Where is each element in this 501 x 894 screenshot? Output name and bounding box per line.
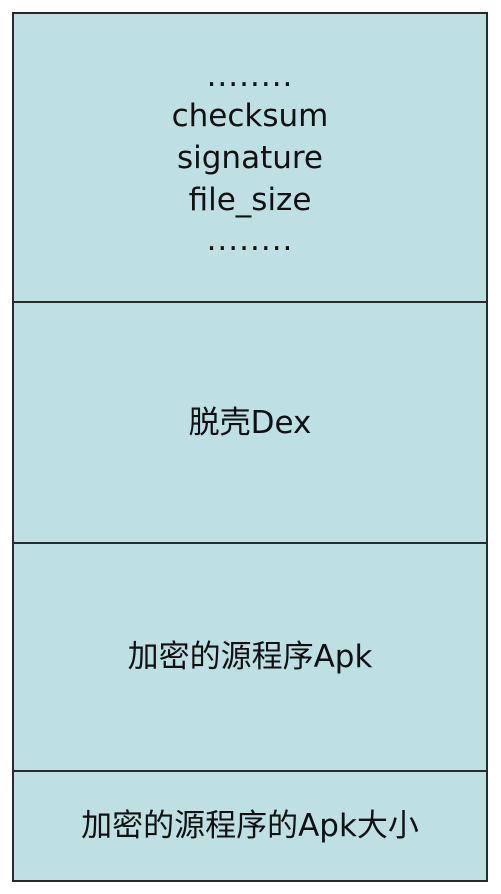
checksum-field: checksum bbox=[171, 97, 329, 134]
apk-size-section: 加密的源程序的Apk大小 bbox=[14, 772, 486, 880]
encrypted-apk-label: 加密的源程序Apk bbox=[127, 639, 373, 675]
shell-dex-section: 脱壳Dex bbox=[14, 303, 486, 544]
file-size-field: file_size bbox=[188, 181, 312, 218]
shell-dex-label: 脱壳Dex bbox=[188, 404, 312, 441]
encrypted-apk-section: 加密的源程序Apk bbox=[14, 544, 486, 772]
apk-size-label: 加密的源程序的Apk大小 bbox=[81, 808, 419, 844]
ellipsis-top: ........ bbox=[206, 57, 294, 94]
dex-header-section: ........ checksum signature file_size ..… bbox=[14, 14, 486, 303]
dex-file-layout-diagram: ........ checksum signature file_size ..… bbox=[12, 12, 488, 882]
signature-field: signature bbox=[176, 139, 324, 176]
ellipsis-bottom: ........ bbox=[206, 221, 294, 258]
